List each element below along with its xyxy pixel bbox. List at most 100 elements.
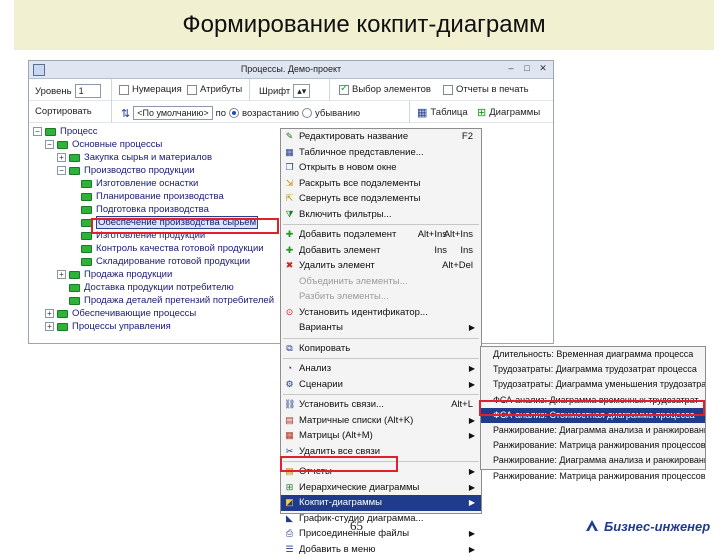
cockpit-submenu-item[interactable]: Ранжирование: Диаграмма анализа и ранжир… (481, 423, 705, 438)
cockpit-submenu-item[interactable]: Ранжирование: Матрица ранжирования проце… (481, 469, 705, 484)
tree-node-label: Контроль качества готовой продукции (96, 243, 264, 254)
table-icon[interactable]: ▦ (417, 106, 427, 119)
tree-node[interactable]: +Процессы управления (33, 320, 293, 333)
tree-node[interactable]: Контроль качества готовой продукции (33, 242, 293, 255)
context-menu-label: Варианты (299, 322, 343, 333)
level-spinner[interactable]: 1 (75, 84, 101, 98)
context-menu-item[interactable]: ▦Табличное представление... (281, 145, 481, 161)
tree-node[interactable]: − Основные процессы (33, 138, 293, 151)
context-menu-item[interactable]: ⊙Установить идентификатор... (281, 305, 481, 321)
cockpit-submenu-item[interactable]: Трудозатраты: Диаграмма трудозатрат проц… (481, 362, 705, 377)
tree-node[interactable]: Складирование готовой продукции (33, 255, 293, 268)
context-menu-label: Матрицы (Alt+M) (299, 430, 373, 441)
cockpit-submenu-item[interactable]: Ранжирование: Матрица ранжирования проце… (481, 438, 705, 453)
tree-node[interactable]: Продажа деталей претензий потребителей (33, 294, 293, 307)
context-menu-item[interactable]: ▤Матричные списки (Alt+K)▶ (281, 413, 481, 429)
context-menu-item[interactable]: ✚Добавить подэлементAlt+InsAlt+Ins (281, 227, 481, 243)
tree-node[interactable]: −Производство продукции (33, 164, 293, 177)
menu-shortcut: Alt+L (451, 399, 473, 410)
collapse-icon[interactable]: − (33, 127, 42, 136)
context-menu-label: Добавить элемент (299, 245, 381, 256)
cockpit-submenu-item[interactable]: Трудозатраты: Диаграмма уменьшения трудо… (481, 377, 705, 392)
cockpit-submenu-item[interactable]: Длительность: Временная диаграмма процес… (481, 347, 705, 362)
tree-node-label: Продажа продукции (84, 269, 172, 280)
context-menu-item[interactable]: ☰Добавить в меню▶ (281, 542, 481, 557)
context-menu-item[interactable]: ⎙Присоединенные файлы▶ (281, 526, 481, 542)
ascending-radio[interactable] (229, 108, 239, 118)
context-menu-item[interactable]: ✎Редактировать названиеF2 (281, 129, 481, 145)
context-menu-item[interactable]: ◣График-студио диаграмма... (281, 511, 481, 527)
collapse-icon[interactable]: − (45, 140, 54, 149)
callout-submenu-item (479, 400, 705, 416)
link-icon: ⛓ (284, 399, 295, 410)
brand-label: Бизнес-инженер (604, 519, 710, 534)
maximize-button[interactable]: □ (521, 63, 533, 75)
attributes-checkbox[interactable] (187, 85, 197, 95)
font-stepper[interactable]: ▴▾ (293, 84, 310, 98)
context-menu-label: Кокпит-диаграммы (299, 497, 382, 508)
reports-label: Отчеты в печать (456, 84, 529, 95)
expand-icon[interactable]: + (45, 322, 54, 331)
minimize-button[interactable]: – (505, 63, 517, 75)
selected-elements-checkbox[interactable] (339, 85, 349, 95)
submenu-arrow-icon: ▶ (469, 483, 475, 492)
sort-dropdown[interactable]: <По умолчанию> (133, 106, 212, 120)
expand-icon[interactable]: + (57, 153, 66, 162)
tree-node-label: Основные процессы (72, 139, 162, 150)
context-menu-item[interactable]: ⛓Установить связи...Alt+L (281, 397, 481, 413)
close-button[interactable]: ✕ (537, 63, 549, 75)
sort-icon[interactable]: ⇅ (121, 107, 130, 120)
tree-node[interactable]: Изготовление оснастки (33, 177, 293, 190)
context-menu-item[interactable]: ⧉Копировать (281, 341, 481, 357)
expand-icon[interactable]: + (57, 270, 66, 279)
context-menu-item[interactable]: ❐Открыть в новом окне (281, 160, 481, 176)
context-menu-item[interactable]: ⚙Сценарии▶ (281, 377, 481, 393)
add-child-icon: ✚ (284, 229, 295, 240)
table-label[interactable]: Таблица (430, 107, 467, 118)
cockpit-submenu-item[interactable]: Ранжирование: Диаграмма анализа и ранжир… (481, 453, 705, 468)
diagrams-label[interactable]: Диаграммы (489, 107, 540, 118)
scenario-icon: ⚙ (284, 379, 295, 390)
process-node-icon (69, 297, 80, 305)
context-menu-item[interactable]: Варианты ▶ (281, 320, 481, 336)
context-menu-item[interactable]: ⊞Иерархические диаграммы▶ (281, 480, 481, 496)
tree-node[interactable]: + Обеспечивающие процессы (33, 307, 293, 320)
process-node-icon (81, 258, 92, 266)
diagrams-icon[interactable]: ⊞ (477, 106, 486, 119)
context-menu-item[interactable]: ◩Кокпит-диаграммы▶ (281, 495, 481, 511)
process-node-icon (57, 310, 68, 318)
tree-node[interactable]: + Продажа продукции (33, 268, 293, 281)
submenu-arrow-icon: ▶ (469, 323, 475, 332)
tree-node[interactable]: Доставка продукции потребителю (33, 281, 293, 294)
tree-node-label: Обеспечивающие процессы (72, 308, 196, 319)
analysis-icon: ◔ (284, 363, 295, 374)
window-titlebar[interactable]: Процессы. Демо-проект – □ ✕ (29, 61, 553, 79)
context-menu-item[interactable]: ▦Матрицы (Alt+M)▶ (281, 428, 481, 444)
context-menu-label: Табличное представление... (299, 147, 424, 158)
tree-node[interactable]: Подготовка производства (33, 203, 293, 216)
cockpit-icon: ◩ (284, 497, 295, 508)
numbering-checkbox[interactable] (119, 85, 129, 95)
tree-node[interactable]: −Процесс (33, 125, 293, 138)
tree-node-label: Складирование готовой продукции (96, 256, 250, 267)
toolbar-view: Уровень 1 Нумерация Атрибуты Шрифт ▴▾ Вы… (29, 79, 553, 101)
collapse-icon[interactable]: − (57, 166, 66, 175)
reports-checkbox[interactable] (443, 85, 453, 95)
context-menu-label: Свернуть все подэлементы (299, 193, 421, 204)
context-menu-label: Открыть в новом окне (299, 162, 397, 173)
menu-shortcut: Alt+Ins (418, 229, 447, 240)
context-menu-item[interactable]: ⇲Раскрыть все подэлементы (281, 176, 481, 192)
context-menu-item[interactable]: ✚Добавить элементInsIns (281, 243, 481, 259)
context-menu-item[interactable]: ⧩Включить фильтры... (281, 207, 481, 223)
context-menu-label: Иерархические диаграммы (299, 482, 419, 493)
tree-node-label: Закупка сырья и материалов (84, 152, 212, 163)
context-menu-label: Удалить элемент (299, 260, 375, 271)
context-menu-item[interactable]: ⇱Свернуть все подэлементы (281, 191, 481, 207)
expand-icon[interactable]: + (45, 309, 54, 318)
context-menu-item[interactable]: ◔Анализ▶ (281, 361, 481, 377)
tree-node[interactable]: Планирование производства (33, 190, 293, 203)
descending-radio[interactable] (302, 108, 312, 118)
context-menu-item[interactable]: ✖Удалить элементAlt+Del (281, 258, 481, 274)
tree-node[interactable]: + Закупка сырья и материалов (33, 151, 293, 164)
matrix-list-icon: ▤ (284, 415, 295, 426)
